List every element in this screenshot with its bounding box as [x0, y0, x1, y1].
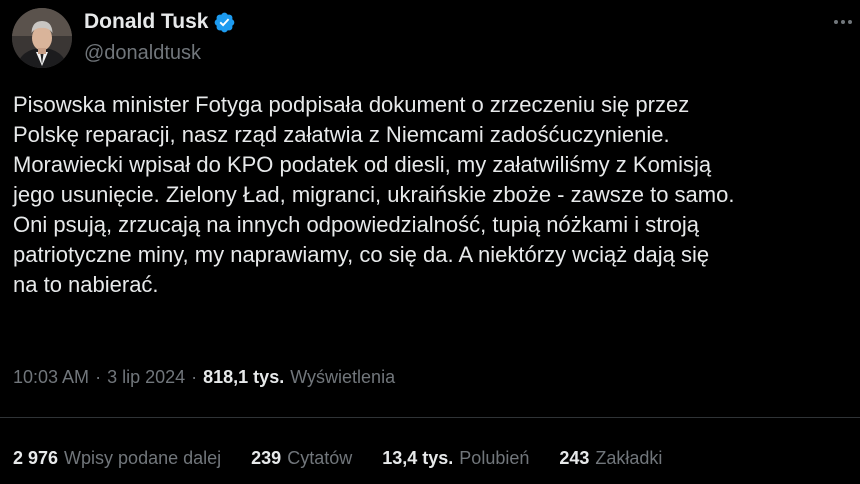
avatar[interactable]	[12, 8, 72, 68]
quotes-stat[interactable]: 239 Cytatów	[251, 448, 352, 469]
verified-badge-icon	[215, 12, 235, 32]
reposts-count: 2 976	[13, 448, 59, 468]
bookmarks-label: Zakładki	[595, 448, 663, 468]
bookmarks-count: 243	[559, 448, 590, 468]
reposts-label: Wpisy podane dalej	[64, 448, 222, 468]
views-count: 818,1 tys.	[203, 367, 285, 387]
more-options-button[interactable]	[832, 12, 854, 32]
author-handle[interactable]: @donaldtusk	[84, 42, 201, 65]
quotes-count: 239	[251, 448, 282, 468]
divider	[0, 417, 860, 418]
likes-stat[interactable]: 13,4 tys. Polubień	[382, 448, 529, 469]
bookmarks-stat[interactable]: 243 Zakładki	[559, 448, 662, 469]
author-name[interactable]: Donald Tusk	[84, 10, 208, 34]
tweet-time[interactable]: 10:03 AM	[13, 367, 89, 388]
likes-count: 13,4 tys.	[382, 448, 454, 468]
author-name-row[interactable]: Donald Tusk	[84, 10, 236, 34]
engagement-stats: 2 976 Wpisy podane dalej 239 Cytatów 13,…	[13, 448, 662, 469]
quotes-label: Cytatów	[287, 448, 353, 468]
profile-photo	[12, 8, 72, 68]
more-dots-icon	[834, 20, 852, 24]
likes-label: Polubień	[459, 448, 530, 468]
views-label: Wyświetlenia	[290, 367, 396, 387]
meta-separator: ·	[95, 367, 102, 387]
tweet-text: Pisowska minister Fotyga podpisała dokum…	[13, 92, 735, 297]
tweet-date[interactable]: 3 lip 2024	[107, 367, 185, 388]
tweet-meta: 10:03 AM · 3 lip 2024 · 818,1 tys. Wyświ…	[13, 367, 395, 388]
reposts-stat[interactable]: 2 976 Wpisy podane dalej	[13, 448, 221, 469]
meta-separator: ·	[191, 367, 198, 387]
